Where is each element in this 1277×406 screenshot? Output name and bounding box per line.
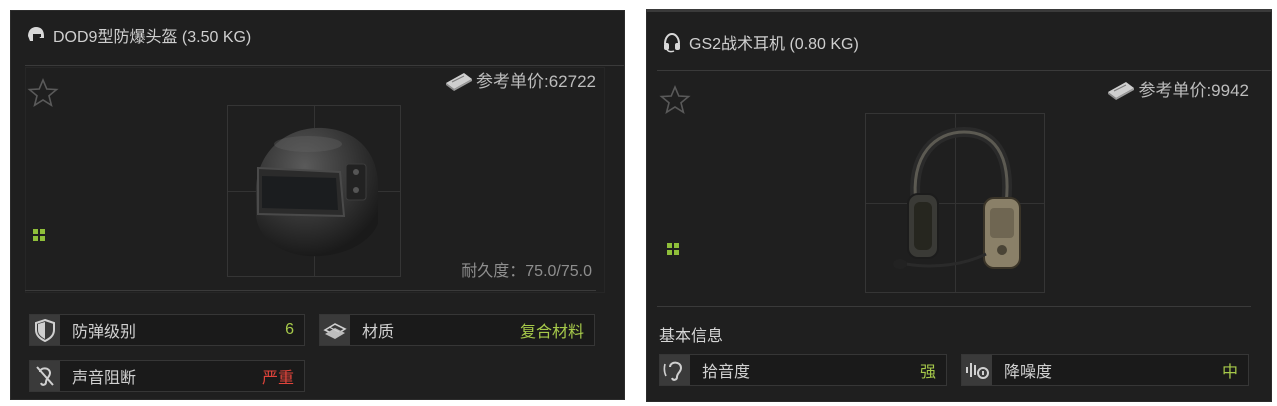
headset-icon [664, 32, 680, 53]
stat-label: 材质 [362, 324, 395, 341]
noise-reduction-icon [962, 355, 992, 385]
grid-size-icon [667, 242, 679, 255]
ear-icon [660, 355, 690, 385]
helmet-price-text: 参考单价:62722 [476, 72, 596, 91]
headset-price-text: 参考单价:9942 [1138, 81, 1249, 100]
stat-material: 材质 复合材料 [319, 314, 595, 346]
favorite-star-icon[interactable] [659, 84, 691, 116]
helmet-durability: 耐久度：75.0/75.0 [461, 263, 592, 280]
stat-value: 中 [1221, 364, 1238, 381]
stat-label: 防弹级别 [72, 324, 137, 341]
helmet-price: 参考单价:62722 [444, 67, 596, 92]
stat-value: 6 [285, 321, 294, 338]
stat-label: 声音阻断 [72, 370, 137, 387]
headset-price: 参考单价:9942 [1106, 76, 1249, 101]
stat-sound-block: 声音阻断 严重 [29, 360, 305, 392]
stat-pickup: 拾音度 强 [659, 354, 947, 386]
stats-divider [25, 290, 596, 291]
stat-value: 复合材料 [519, 324, 584, 341]
basic-info-heading: 基本信息 [659, 328, 724, 345]
material-icon [320, 315, 350, 345]
helmet-panel: DOD9型防爆头盔 (3.50 KG) 参考单价:62722 耐久度：75.0/… [10, 10, 625, 400]
shield-icon [30, 315, 60, 345]
helmet-title-row: DOD9型防爆头盔 (3.50 KG) [25, 23, 251, 47]
headset-panel: GS2战术耳机 (0.80 KG) 参考单价:9942 基本信息 拾音度 强 降… [646, 9, 1272, 402]
ear-blocked-icon [30, 361, 60, 391]
stat-armor-class: 防弹级别 6 [29, 314, 305, 346]
helmet-icon [28, 27, 44, 41]
favorite-star-icon[interactable] [27, 77, 59, 109]
money-icon [1108, 81, 1135, 100]
helmet-illustration [255, 127, 379, 257]
headset-illustration [893, 126, 1021, 269]
helmet-title: DOD9型防爆头盔 (3.50 KG) [53, 29, 252, 46]
stat-value: 严重 [261, 370, 294, 387]
stat-value: 强 [919, 364, 936, 381]
headset-title-row: GS2战术耳机 (0.80 KG) [661, 30, 859, 54]
stat-label: 降噪度 [1004, 364, 1053, 381]
headset-stats-divider [657, 306, 1251, 307]
grid-size-icon [33, 228, 45, 241]
headset-title-divider [657, 70, 1271, 71]
helmet-title-divider [25, 65, 624, 66]
helmet-item-image [227, 105, 401, 277]
headset-title: GS2战术耳机 (0.80 KG) [689, 36, 859, 53]
headset-item-image [865, 113, 1045, 293]
stat-label: 拾音度 [702, 364, 751, 381]
money-icon [446, 72, 472, 91]
stat-noise-reduction: 降噪度 中 [961, 354, 1249, 386]
